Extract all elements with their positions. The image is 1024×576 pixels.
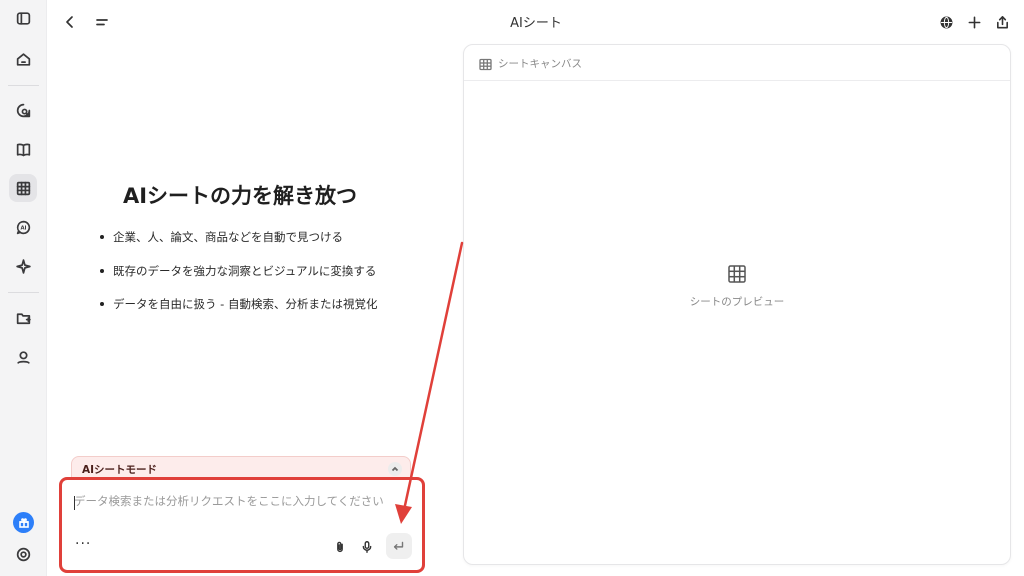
rail-divider: [8, 292, 39, 293]
gift-icon[interactable]: [13, 512, 34, 533]
home-icon[interactable]: [9, 45, 37, 73]
bullet-icon: [100, 302, 104, 306]
globe-icon[interactable]: [934, 10, 958, 34]
bullet-icon: [100, 268, 104, 273]
hero-title: AIシートの力を解き放つ: [122, 184, 358, 208]
feature-text: 企業、人、論文、商品などを自動で見つける: [113, 230, 343, 244]
more-options-button[interactable]: ···: [75, 536, 91, 552]
chat-search-icon[interactable]: [9, 96, 37, 124]
bullet-icon: [100, 235, 104, 239]
sheet-canvas-panel: シートキャンバス シートのプレビュー: [463, 44, 1011, 565]
svg-text:AI: AI: [20, 225, 26, 231]
rail-divider: [8, 85, 39, 86]
ai-chat-icon[interactable]: AI: [9, 213, 37, 241]
book-icon[interactable]: [9, 135, 37, 163]
profile-icon[interactable]: [9, 343, 37, 371]
attach-icon[interactable]: [329, 536, 351, 558]
send-button[interactable]: [386, 533, 412, 559]
sheet-grid-icon: [727, 264, 749, 286]
prompt-input[interactable]: [74, 494, 414, 508]
prompt-box: ···: [59, 477, 425, 573]
settings-icon[interactable]: [9, 540, 37, 568]
sheet-grid-icon[interactable]: [9, 174, 37, 202]
canvas-header: シートキャンバス: [464, 45, 1010, 81]
enter-icon: [393, 541, 404, 550]
feature-item: 企業、人、論文、商品などを自動で見つける: [100, 229, 377, 263]
chevron-up-icon[interactable]: [388, 462, 402, 476]
sheet-preview-label: シートのプレビュー: [689, 296, 785, 308]
feature-item: データを自由に扱う - 自動検索、分析または視覚化: [100, 296, 377, 330]
plus-icon[interactable]: [962, 10, 986, 34]
feature-text: データを自由に扱う - 自動検索、分析または視覚化: [113, 297, 378, 311]
folder-plus-icon[interactable]: [9, 304, 37, 332]
mode-label: AIシートモード: [82, 464, 158, 476]
page-title: AIシート: [510, 16, 562, 31]
share-icon[interactable]: [990, 10, 1014, 34]
feature-list: 企業、人、論文、商品などを自動で見つける 既存のデータを強力な洞察とビジュアルに…: [100, 229, 377, 330]
sparkle-icon[interactable]: [9, 252, 37, 280]
microphone-icon[interactable]: [356, 536, 378, 558]
icon-rail: AI: [0, 0, 47, 576]
sheet-grid-icon: [479, 56, 492, 71]
feature-item: 既存のデータを強力な洞察とビジュアルに変換する: [100, 263, 377, 297]
topbar-right: [934, 10, 1014, 34]
feature-text: 既存のデータを強力な洞察とビジュアルに変換する: [113, 263, 377, 278]
canvas-header-label: シートキャンバス: [498, 58, 582, 70]
